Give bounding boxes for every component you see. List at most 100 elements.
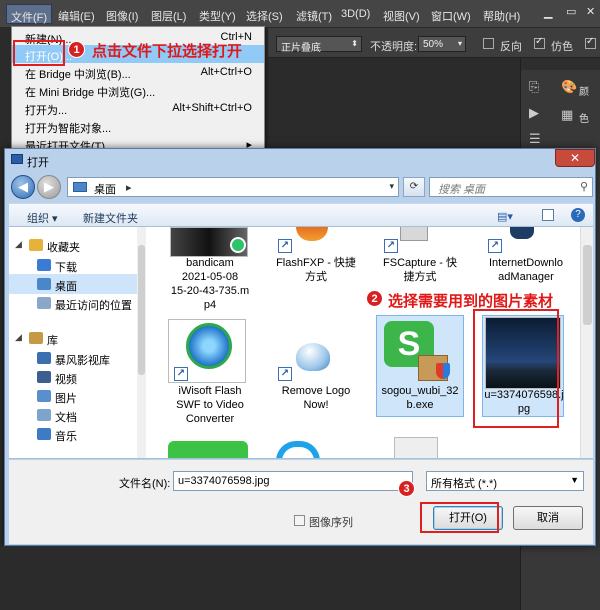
menu-image[interactable]: 图像(I): [106, 8, 138, 24]
menu-item-label: 打开为...: [25, 105, 68, 117]
library-icon: [29, 332, 43, 344]
opacity-input[interactable]: 50% ▾: [418, 36, 466, 52]
idm-icon: [510, 227, 534, 239]
opacity-value: 50%: [423, 39, 444, 50]
menu-3d[interactable]: 3D(D): [341, 8, 370, 20]
new-folder-button[interactable]: 新建文件夹: [83, 210, 138, 226]
forward-arrow-icon[interactable]: ▶: [37, 175, 61, 199]
image-sequence-label: 图像序列: [309, 517, 353, 529]
nav-item-label: 文档: [55, 412, 77, 424]
color-palette-icon[interactable]: 🎨: [561, 80, 577, 94]
preview-pane-icon[interactable]: [542, 209, 554, 221]
history-icon[interactable]: ⎘: [529, 80, 543, 94]
shortcut-arrow-icon: ↗: [384, 239, 398, 253]
nav-item-label: 桌面: [55, 281, 77, 293]
maximize-icon[interactable]: ▭: [566, 5, 576, 18]
recent-places-icon: [37, 297, 51, 309]
nav-item-downloads[interactable]: 下载: [9, 255, 137, 275]
navigation-pane: ◢ 收藏夹 下载 桌面 最近访问的位置 ◢ 库 暴风影视库 视频 图片 文档 音…: [9, 227, 140, 458]
properties-icon[interactable]: ☰: [529, 132, 543, 146]
menu-edit[interactable]: 编辑(E): [58, 8, 95, 24]
menu-filter[interactable]: 滤镜(T): [296, 8, 332, 24]
nav-item-favorites[interactable]: ◢ 收藏夹: [9, 235, 137, 255]
step1-annotation: 点击文件下拉选择打开: [92, 43, 243, 60]
menu-bar: 文件(F) 编辑(E) 图像(I) 图层(L) 类型(Y) 选择(S) 滤镜(T…: [0, 0, 600, 28]
menu-help[interactable]: 帮助(H): [483, 8, 520, 24]
image-sequence-checkbox[interactable]: [294, 515, 305, 526]
cancel-button[interactable]: 取消: [513, 506, 583, 530]
documents-icon: [37, 409, 51, 421]
help-icon[interactable]: ?: [571, 208, 585, 222]
desktop-icon: [37, 278, 51, 290]
file-list-scrollbar[interactable]: [580, 227, 593, 458]
filename-field[interactable]: u=3374076598.jpg: [173, 471, 413, 491]
nav-item-music[interactable]: 音乐: [9, 424, 137, 444]
organize-button[interactable]: 组织 ▾: [27, 210, 58, 226]
iwisoft-icon: [186, 323, 232, 369]
nav-item-recent-places[interactable]: 最近访问的位置: [9, 293, 137, 313]
menu-view[interactable]: 视图(V): [383, 8, 420, 24]
search-input[interactable]: 搜索 桌面 ⚲: [429, 177, 593, 197]
view-options-icon[interactable]: ▤▾: [497, 210, 513, 223]
shortcut-arrow-icon: ↗: [174, 367, 188, 381]
menu-file[interactable]: 文件(F): [6, 4, 53, 24]
menu-type[interactable]: 类型(Y): [199, 8, 236, 24]
menu-item-browse-mini-bridge[interactable]: 在 Mini Bridge 中浏览(G)...: [12, 81, 264, 99]
collapse-icon[interactable]: ◢: [15, 239, 22, 250]
actions-icon[interactable]: ▶: [529, 106, 543, 120]
file-type-select[interactable]: 所有格式 (*.*) ▼: [426, 471, 584, 491]
step-badge: 2: [366, 290, 383, 307]
uac-shield-icon: [436, 363, 450, 379]
refresh-icon[interactable]: ⟳: [403, 177, 425, 197]
swatches-icon[interactable]: ▦: [561, 108, 575, 122]
menu-window[interactable]: 窗口(W): [431, 8, 471, 24]
navigation-row: ◀ ▶ 桌面 ▸ ▾ ⟳ 搜索 桌面 ⚲: [9, 173, 593, 201]
nav-item-label: 下载: [55, 262, 77, 274]
highlight-box: [420, 502, 499, 533]
nav-item-libraries[interactable]: ◢ 库: [9, 328, 137, 348]
nav-item-label: 暴风影视库: [55, 355, 110, 367]
menu-select[interactable]: 选择(S): [246, 8, 283, 24]
video-library-icon: [37, 352, 51, 364]
nav-item-pictures[interactable]: 图片: [9, 386, 137, 406]
music-icon: [37, 428, 51, 440]
step-badge: 1: [68, 41, 85, 58]
close-icon[interactable]: ✕: [586, 5, 595, 18]
nav-scrollbar[interactable]: [137, 227, 146, 458]
filename-value: u=3374076598.jpg: [178, 475, 270, 487]
nav-item-documents[interactable]: 文档: [9, 405, 137, 425]
reverse-checkbox[interactable]: [483, 38, 494, 49]
menu-item-label: 在 Bridge 中浏览(B)...: [25, 69, 131, 81]
dialog-footer: 文件名(N): u=3374076598.jpg 所有格式 (*.*) ▼ 图像…: [9, 460, 593, 544]
menu-layer[interactable]: 图层(L): [151, 8, 186, 24]
minimize-icon[interactable]: ▁: [544, 6, 552, 19]
file-type-value: 所有格式 (*.*): [431, 478, 497, 490]
step2-annotation: 选择需要用到的图片素材: [388, 293, 554, 310]
menu-item-open-smart-object[interactable]: 打开为智能对象...: [12, 117, 264, 135]
search-placeholder: 搜索 桌面: [438, 184, 486, 196]
dither-checkbox[interactable]: [534, 36, 545, 49]
back-arrow-icon[interactable]: ◀: [11, 175, 35, 199]
nav-item-label: 图片: [55, 393, 77, 405]
collapse-icon[interactable]: ◢: [15, 332, 22, 343]
dialog-close-button[interactable]: ✕: [555, 149, 595, 167]
panel-label: 色: [579, 114, 589, 125]
nav-item-baofeng[interactable]: 暴风影视库: [9, 348, 137, 368]
menu-item-label: 打开为智能对象...: [25, 123, 112, 135]
chevron-down-icon[interactable]: ▾: [389, 181, 394, 192]
search-icon: ⚲: [579, 181, 588, 193]
nav-item-desktop[interactable]: 桌面: [9, 274, 137, 294]
shortcut-arrow-icon: ↗: [488, 239, 502, 253]
blend-mode-select[interactable]: 正片叠底 ⬍: [276, 36, 362, 54]
menu-item-open-as[interactable]: 打开为... Alt+Shift+Ctrl+O: [12, 99, 264, 117]
desktop-folder-icon: [73, 182, 87, 192]
pictures-icon: [37, 390, 51, 402]
dither-label: 仿色: [551, 41, 573, 53]
address-bar[interactable]: 桌面 ▸ ▾: [67, 177, 399, 197]
shortcut-arrow-icon: ↗: [278, 239, 292, 253]
breadcrumb-arrow-icon[interactable]: ▸: [126, 181, 132, 194]
nav-item-videos[interactable]: 视频: [9, 367, 137, 387]
transparency-checkbox[interactable]: [585, 36, 596, 49]
opacity-label: 不透明度:: [370, 41, 418, 53]
nav-item-label: 最近访问的位置: [55, 300, 132, 312]
